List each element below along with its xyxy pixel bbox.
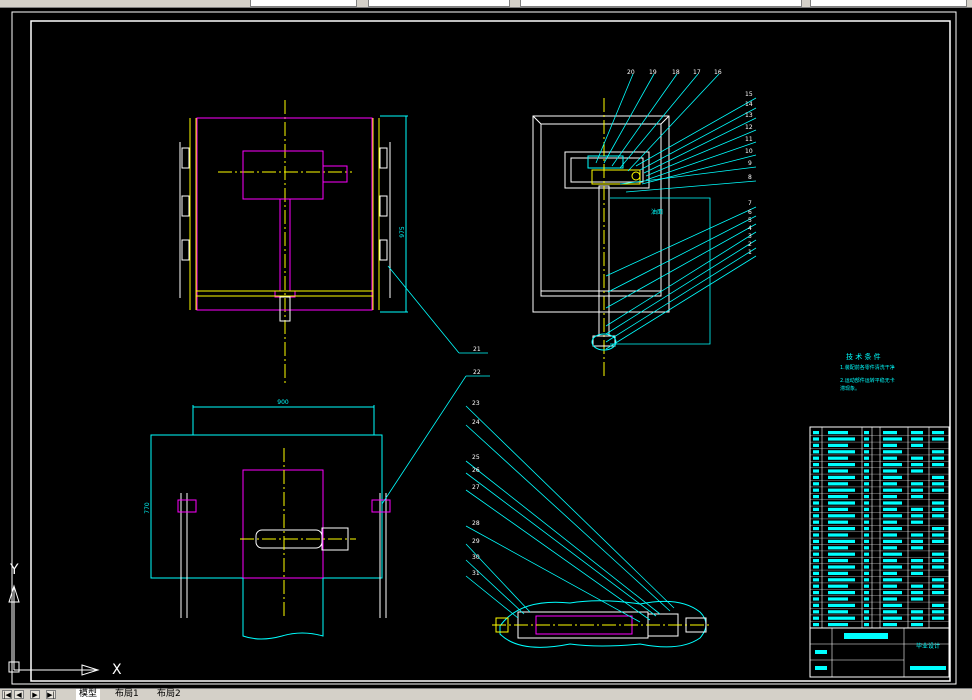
section-view [532,98,670,376]
callout-13: 13 [745,112,753,119]
linetype-dropdown[interactable] [520,0,802,7]
callout-11: 11 [745,136,753,143]
callout-21: 21 [473,346,481,353]
tech-requirements-line-3: 滞现象。 [840,385,860,392]
tech-requirements-line-2: 2.运动部件运转平稳无卡 [840,377,895,384]
drawing-canvas[interactable]: 975 油面 900 770 20 19 18 17 16 15 14 13 1… [0,8,972,688]
callout-7: 7 [748,200,752,207]
callout-28: 28 [472,520,480,527]
ucs-y-label: Y [9,562,19,578]
callout-23: 23 [472,400,480,407]
callout-16: 16 [714,69,722,76]
top-view [179,100,408,383]
callout-12: 12 [745,124,753,131]
ucs-icon [8,584,100,676]
callout-27: 27 [472,484,480,491]
callout-3: 3 [748,233,752,240]
lineweight-dropdown[interactable] [810,0,967,7]
callout-30: 30 [472,554,480,561]
callout-6: 6 [748,209,752,216]
callout-5: 5 [748,217,752,224]
callout-14: 14 [745,101,753,108]
tech-requirements-line-1: 1.装配前各零件清洗干净 [840,364,895,371]
callout-labels: 20 19 18 17 16 15 14 13 12 11 10 9 8 7 6… [472,69,753,577]
callout-1: 1 [748,249,752,256]
toolbar-strip [0,0,972,8]
detail-view [492,600,712,648]
callout-25: 25 [472,454,480,461]
tech-requirements-title: 技 术 条 件 [846,352,881,361]
callout-29: 29 [472,538,480,545]
leader-lines [381,73,757,623]
front-view [150,405,391,640]
callout-22: 22 [473,369,481,376]
prev-tab-button[interactable]: ◀ [14,690,24,699]
callout-2: 2 [748,241,752,248]
section-note: 油面 [651,208,663,216]
last-tab-button[interactable]: ▶| [46,690,56,699]
callout-17: 17 [693,69,701,76]
layer-dropdown[interactable] [250,0,357,7]
sheet-inner-border [30,20,951,682]
sheet-outer-border [11,11,957,685]
callout-15: 15 [745,91,753,98]
callout-8: 8 [748,174,752,181]
callout-26: 26 [472,467,480,474]
callout-24: 24 [472,419,480,426]
callout-20: 20 [627,69,635,76]
layout-tab-bar: |◀ ◀ ▶ ▶| 模型 布局1 布局2 [0,688,972,700]
callout-18: 18 [672,69,680,76]
callout-4: 4 [748,225,752,232]
dimension-bottom-height: 770 [144,502,151,514]
ucs-x-label: X [112,662,122,678]
dimension-top-height: 975 [399,226,406,238]
tab-layout-2[interactable]: 布局2 [154,689,184,700]
title-block-name: 毕业设计 [916,642,940,650]
callout-9: 9 [748,160,752,167]
tab-layout-1[interactable]: 布局1 [112,689,142,700]
color-dropdown[interactable] [368,0,510,7]
callout-31: 31 [472,570,480,577]
dimension-bottom-width: 900 [277,399,289,406]
tab-model[interactable]: 模型 [76,689,101,700]
callout-19: 19 [649,69,657,76]
next-tab-button[interactable]: ▶ [30,690,40,699]
callout-10: 10 [745,148,753,155]
title-block [809,426,950,678]
first-tab-button[interactable]: |◀ [2,690,12,699]
